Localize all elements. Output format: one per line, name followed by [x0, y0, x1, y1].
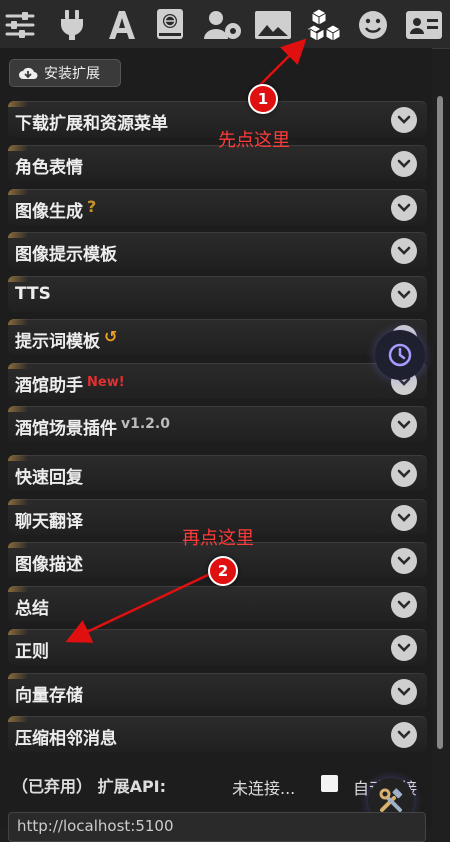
annotation-arrow-1: [254, 38, 307, 91]
extension-api-url-input[interactable]: http://localhost:5100: [8, 812, 426, 842]
history-float-button[interactable]: [375, 330, 425, 380]
clock-icon: [388, 343, 412, 367]
annotation-arrow-2: [65, 572, 211, 643]
step-1-badge: 1: [248, 84, 278, 114]
extension-api-label: （已弃用） 扩展API:: [12, 777, 167, 796]
tools-icon: [379, 788, 403, 812]
annotation-arrows: [65, 38, 307, 643]
auto-connect-checkbox[interactable]: [321, 775, 338, 792]
step-2-annotation: 再点这里: [182, 528, 254, 549]
step-2-badge: 2: [208, 556, 238, 586]
connection-status: 未连接...: [232, 779, 296, 798]
step-1-annotation: 先点这里: [218, 130, 290, 151]
